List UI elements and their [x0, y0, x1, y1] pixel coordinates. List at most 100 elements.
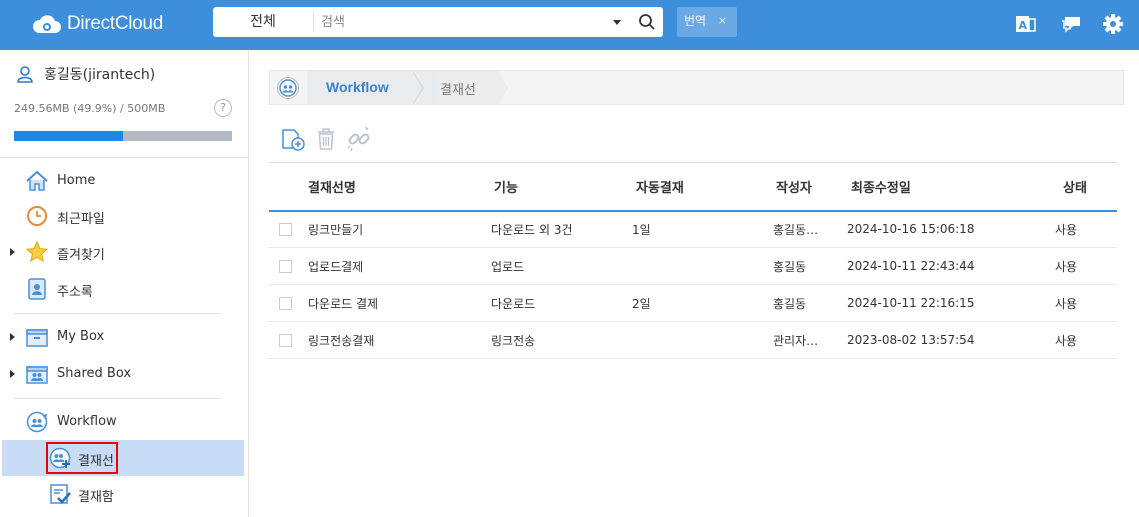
row-checkbox-cell [269, 210, 308, 248]
search-input[interactable] [321, 10, 601, 34]
cell-author: 홍길동… [772, 210, 842, 248]
sidebar: 홍길동(jirantech) 249.56MB (49.9%) / 500MB … [0, 50, 249, 517]
sidebar-item-label: 결재함 [78, 490, 114, 505]
breadcrumb-current-label: 결재선 [440, 83, 476, 98]
search-scope-select[interactable]: 전체 [213, 7, 313, 37]
table-header-row: 결재선명 기능 자동결재 작성자 최종수정일 상태 [269, 162, 1117, 212]
user-icon [17, 66, 33, 83]
cell-auto-approval [632, 321, 772, 359]
sidebar-divider [0, 157, 249, 158]
search-bar: 전체 [213, 7, 663, 37]
logo-text: DirectCloud [67, 13, 163, 34]
cell-function: 업로드 [491, 247, 632, 285]
sidebar-item-label: Home [57, 173, 96, 188]
expand-arrow-icon[interactable] [10, 333, 15, 341]
link-icon[interactable] [346, 126, 372, 152]
sidebar-item-label: 즐겨찾기 [57, 248, 105, 263]
cell-auto-approval: 2일 [632, 284, 772, 322]
column-header-function[interactable]: 기능 [491, 162, 632, 212]
cell-modified: 2024-10-11 22:16:15 [842, 284, 1054, 322]
row-checkbox-cell [269, 247, 308, 285]
column-header-auto-approval[interactable]: 자동결재 [632, 162, 772, 212]
sidebar-item-approval-box[interactable]: 결재함 [0, 476, 244, 512]
row-checkbox[interactable] [279, 297, 292, 310]
shared-box-icon [26, 366, 48, 384]
translate-tag[interactable]: 번역 × [677, 7, 737, 37]
cell-name[interactable]: 링크전송결재 [308, 321, 491, 359]
add-approval-line-icon[interactable] [280, 126, 306, 152]
address-book-icon [28, 278, 46, 300]
cell-modified: 2024-10-11 22:43:44 [842, 247, 1054, 285]
cell-function: 링크전송 [491, 321, 632, 359]
expand-arrow-icon[interactable] [10, 370, 15, 378]
sidebar-item-shared-box[interactable]: Shared Box [0, 356, 244, 392]
translate-icon[interactable]: A [1015, 13, 1037, 35]
selection-highlight [46, 442, 118, 474]
sidebar-item-approval-line[interactable]: 결재선 [2, 440, 244, 476]
sidebar-item-label: 최근파일 [57, 212, 105, 227]
sidebar-item-recent-files[interactable]: 최근파일 [0, 198, 244, 234]
chevron-down-icon[interactable] [613, 20, 621, 25]
sidebar-item-favorites[interactable]: 즐겨찾기 [0, 234, 244, 270]
header-checkbox-cell [269, 162, 308, 212]
row-checkbox-cell [269, 284, 308, 322]
help-icon[interactable]: ? [214, 99, 232, 117]
cell-name[interactable]: 링크만들기 [308, 210, 491, 248]
search-icon[interactable] [637, 12, 657, 32]
breadcrumb-workflow-label: Workflow [326, 79, 389, 95]
workflow-icon [26, 411, 48, 433]
user-name: 홍길동(jirantech) [44, 67, 156, 83]
column-header-modified[interactable]: 최종수정일 [842, 162, 1054, 212]
cell-status: 사용 [1054, 247, 1117, 285]
table-row[interactable]: 링크전송결재 링크전송 관리자… 2023-08-02 13:57:54 사용 [269, 321, 1117, 359]
star-icon [25, 240, 49, 263]
sidebar-item-workflow[interactable]: Workflow [0, 404, 244, 440]
cell-function: 다운로드 [491, 284, 632, 322]
column-header-status[interactable]: 상태 [1054, 162, 1117, 212]
cell-function: 다운로드 외 3건 [491, 210, 632, 248]
trash-icon[interactable] [313, 126, 339, 152]
breadcrumb-separator [412, 71, 422, 105]
cloud-logo-icon [32, 15, 61, 33]
storage-usage-fill [14, 131, 123, 141]
storage-usage-text: 249.56MB (49.9%) / 500MB [14, 102, 166, 115]
column-header-name[interactable]: 결재선명 [308, 162, 491, 212]
column-header-author[interactable]: 작성자 [772, 162, 842, 212]
approval-line-table: 결재선명 기능 자동결재 작성자 최종수정일 상태 링크만들기 다운로드 외 3… [269, 162, 1117, 359]
cell-author: 관리자… [772, 321, 842, 359]
sidebar-item-label: Shared Box [57, 366, 132, 381]
approval-box-icon [50, 484, 71, 504]
logo[interactable]: DirectCloud [32, 10, 163, 38]
svg-text:A: A [1019, 19, 1028, 32]
box-icon [26, 329, 48, 347]
table-row[interactable]: 다운로드 결제 다운로드 2일 홍길동 2024-10-11 22:16:15 … [269, 284, 1117, 322]
cell-name[interactable]: 업로드결제 [308, 247, 491, 285]
cell-status: 사용 [1054, 284, 1117, 322]
cell-author: 홍길동 [772, 247, 842, 285]
expand-arrow-icon[interactable] [10, 248, 15, 256]
chat-icon[interactable] [1060, 13, 1082, 35]
table-row[interactable]: 링크만들기 다운로드 외 3건 1일 홍길동… 2024-10-16 15:06… [269, 210, 1117, 248]
row-checkbox[interactable] [279, 223, 292, 237]
close-icon[interactable]: × [718, 7, 727, 35]
row-checkbox[interactable] [279, 334, 292, 347]
breadcrumb: 결재선 Workflow [269, 70, 1124, 105]
row-checkbox[interactable] [279, 260, 292, 273]
cell-modified: 2024-10-16 15:06:18 [842, 210, 1054, 248]
cell-name[interactable]: 다운로드 결제 [308, 284, 491, 322]
sidebar-item-label: 주소록 [57, 285, 93, 300]
sidebar-divider [14, 313, 222, 314]
cell-auto-approval [632, 247, 772, 285]
gear-icon[interactable] [1102, 13, 1124, 35]
user-profile[interactable]: 홍길동(jirantech) [16, 64, 155, 84]
sidebar-item-my-box[interactable]: My Box [0, 319, 244, 355]
sidebar-item-label: My Box [57, 329, 105, 344]
workflow-icon [277, 77, 299, 99]
search-divider [313, 13, 314, 31]
sidebar-item-home[interactable]: Home [0, 163, 244, 199]
table-row[interactable]: 업로드결제 업로드 홍길동 2024-10-11 22:43:44 사용 [269, 247, 1117, 285]
sidebar-item-address-book[interactable]: 주소록 [0, 271, 244, 307]
sidebar-item-label: Workflow [57, 414, 117, 429]
cell-status: 사용 [1054, 321, 1117, 359]
clock-icon [27, 206, 47, 226]
